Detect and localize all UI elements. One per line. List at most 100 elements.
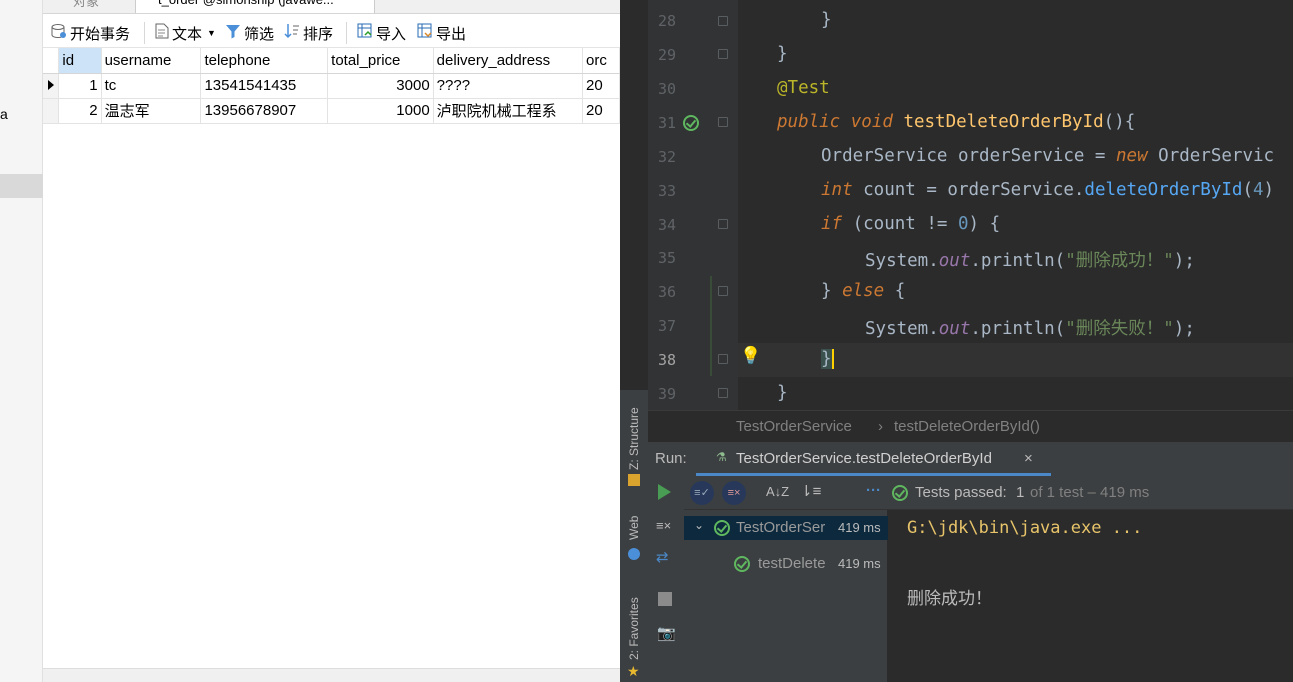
fold-marker-icon[interactable] xyxy=(718,219,728,229)
web-tool-button[interactable]: Web xyxy=(627,516,641,540)
cell-id[interactable]: 2 xyxy=(58,98,102,124)
console-output-line: 删除成功！ xyxy=(907,589,992,609)
import-button[interactable]: 导入 xyxy=(357,23,406,43)
line-number: 30 xyxy=(657,80,676,98)
fold-marker-icon[interactable] xyxy=(718,117,728,127)
document-icon xyxy=(155,23,169,43)
tab-objects[interactable]: 对象 xyxy=(73,0,99,10)
text-button[interactable]: 文本 ▼ xyxy=(155,23,216,43)
cell-telephone[interactable]: 13541541435 xyxy=(200,73,329,99)
table-toolbar: 开始事务 文本 ▼ 筛选 排序 导入 导出 xyxy=(43,14,620,48)
column-header-username[interactable]: username xyxy=(101,48,202,74)
toggle-auto-test-icon[interactable]: ⇄ xyxy=(656,548,669,566)
code-line-37[interactable]: System.out.println("删除失败！"); xyxy=(865,315,1195,340)
list-item[interactable]: testDelete 419 ms xyxy=(684,552,888,576)
vcs-change-marker xyxy=(710,276,712,376)
chevron-down-icon: ⌄ xyxy=(694,518,705,532)
rerun-icon[interactable] xyxy=(658,484,671,500)
code-line-36[interactable]: } else { xyxy=(821,281,905,301)
list-item[interactable]: ⌄ TestOrderSer 419 ms xyxy=(684,516,888,540)
rerun-failed-icon[interactable]: ≡× xyxy=(656,518,671,533)
line-number: 32 xyxy=(657,148,676,166)
camera-icon[interactable]: 📷 xyxy=(657,624,676,642)
line-number: 36 xyxy=(657,283,676,301)
code-line-38[interactable]: } xyxy=(821,349,834,369)
cell-username[interactable]: tc xyxy=(101,73,202,99)
show-passed-icon[interactable]: ≡✓ xyxy=(690,481,714,505)
begin-transaction-button[interactable]: 开始事务 xyxy=(51,23,130,43)
text-label: 文本 xyxy=(172,25,203,43)
show-ignored-icon[interactable]: ≡× xyxy=(722,481,746,505)
data-grid: id username telephone total_price delive… xyxy=(43,48,620,648)
cell-total-price[interactable]: 1000 xyxy=(327,98,434,124)
code-line-29[interactable]: } xyxy=(777,44,788,64)
lightbulb-icon[interactable]: 💡 xyxy=(740,346,761,366)
breadcrumb-method[interactable]: testDeleteOrderById() xyxy=(894,418,1040,435)
cell-delivery-address[interactable]: ???? xyxy=(433,73,584,99)
grid-header-row: id username telephone total_price delive… xyxy=(43,48,620,74)
table-row[interactable]: 1 tc 13541541435 3000 ???? 20 xyxy=(43,73,620,99)
line-number: 29 xyxy=(657,46,676,64)
row-indicator xyxy=(43,98,60,124)
code-line-32[interactable]: OrderService orderService = new OrderSer… xyxy=(821,146,1274,166)
globe-icon xyxy=(628,548,640,560)
stop-icon[interactable] xyxy=(658,592,672,606)
favorites-tool-button[interactable]: 2: Favorites xyxy=(627,597,641,660)
column-header-telephone[interactable]: telephone xyxy=(200,48,329,74)
fold-marker-icon[interactable] xyxy=(718,16,728,26)
column-header-total-price[interactable]: total_price xyxy=(327,48,434,74)
fold-marker-icon[interactable] xyxy=(718,354,728,364)
breadcrumb-class[interactable]: TestOrderService xyxy=(736,418,852,435)
cell-order[interactable]: 20 xyxy=(582,98,620,124)
code-line-33[interactable]: int count = orderService.deleteOrderById… xyxy=(821,180,1274,200)
code-line-39[interactable]: } xyxy=(777,383,788,403)
fold-marker-icon[interactable] xyxy=(718,49,728,59)
export-button[interactable]: 导出 xyxy=(417,23,466,43)
export-icon xyxy=(417,23,433,43)
code-line-28[interactable]: } xyxy=(821,10,832,30)
run-tab[interactable]: ⚗ TestOrderService.testDeleteOrderById × xyxy=(696,442,1051,476)
filter-button[interactable]: 筛选 xyxy=(225,23,274,43)
cell-username[interactable]: 温志军 xyxy=(101,98,202,124)
run-tab-label: TestOrderService.testDeleteOrderById xyxy=(736,450,992,467)
cell-id[interactable]: 1 xyxy=(58,73,102,99)
close-icon[interactable]: × xyxy=(1024,450,1033,467)
cell-delivery-address[interactable]: 泸职院机械工程系 xyxy=(433,98,584,124)
code-line-34[interactable]: if (count != 0) { xyxy=(821,214,1000,234)
table-row[interactable]: 2 温志军 13956678907 1000 泸职院机械工程系 20 xyxy=(43,98,620,124)
sort-duration-icon[interactable]: ⇂≡ xyxy=(800,482,821,500)
test-results-tree: ⌄ TestOrderSer 419 ms testDelete 419 ms xyxy=(684,510,888,682)
tool-window-sidebar: Z: Structure Web 2: Favorites ★ xyxy=(620,390,648,682)
line-number: 39 xyxy=(657,385,676,403)
cell-telephone[interactable]: 13956678907 xyxy=(200,98,329,124)
object-tree-selected-item[interactable] xyxy=(0,174,43,198)
sort-alpha-icon[interactable]: A↓Z xyxy=(766,484,789,499)
cell-total-price[interactable]: 3000 xyxy=(327,73,434,99)
console-command-line: G:\jdk\bin\java.exe ... xyxy=(907,518,1143,538)
test-passed-run-icon[interactable] xyxy=(683,114,699,132)
fold-marker-icon[interactable] xyxy=(718,388,728,398)
fold-marker-icon[interactable] xyxy=(718,286,728,296)
sort-button[interactable]: 排序 xyxy=(284,23,333,43)
filter-label: 筛选 xyxy=(244,25,275,43)
sort-label: 排序 xyxy=(303,25,334,43)
tab-t-order[interactable]: t_order @simonship (javawe... xyxy=(135,0,375,13)
structure-tool-button[interactable]: Z: Structure xyxy=(627,407,641,470)
cell-order[interactable]: 20 xyxy=(582,73,620,99)
code-line-31[interactable]: public void testDeleteOrderById(){ xyxy=(777,112,1135,132)
run-label: Run: xyxy=(655,450,687,467)
code-line-35[interactable]: System.out.println("删除成功！"); xyxy=(865,247,1195,272)
column-header-order[interactable]: orc xyxy=(582,48,620,74)
test-method-name: testDelete xyxy=(758,555,826,572)
tests-passed-count: 1 xyxy=(1016,484,1025,501)
line-number: 28 xyxy=(657,12,676,30)
breadcrumb-separator: › xyxy=(878,418,883,435)
run-tab-bar: Run: ⚗ TestOrderService.testDeleteOrderB… xyxy=(648,442,1293,476)
star-icon: ★ xyxy=(627,663,640,679)
column-header-delivery-address[interactable]: delivery_address xyxy=(433,48,584,74)
code-line-30[interactable]: @Test xyxy=(777,78,830,98)
console-output[interactable]: G:\jdk\bin\java.exe ... 删除成功！ xyxy=(888,510,1293,682)
database-icon xyxy=(51,23,67,43)
column-header-id[interactable]: id xyxy=(58,48,102,74)
more-icon[interactable]: ··· xyxy=(866,482,881,499)
